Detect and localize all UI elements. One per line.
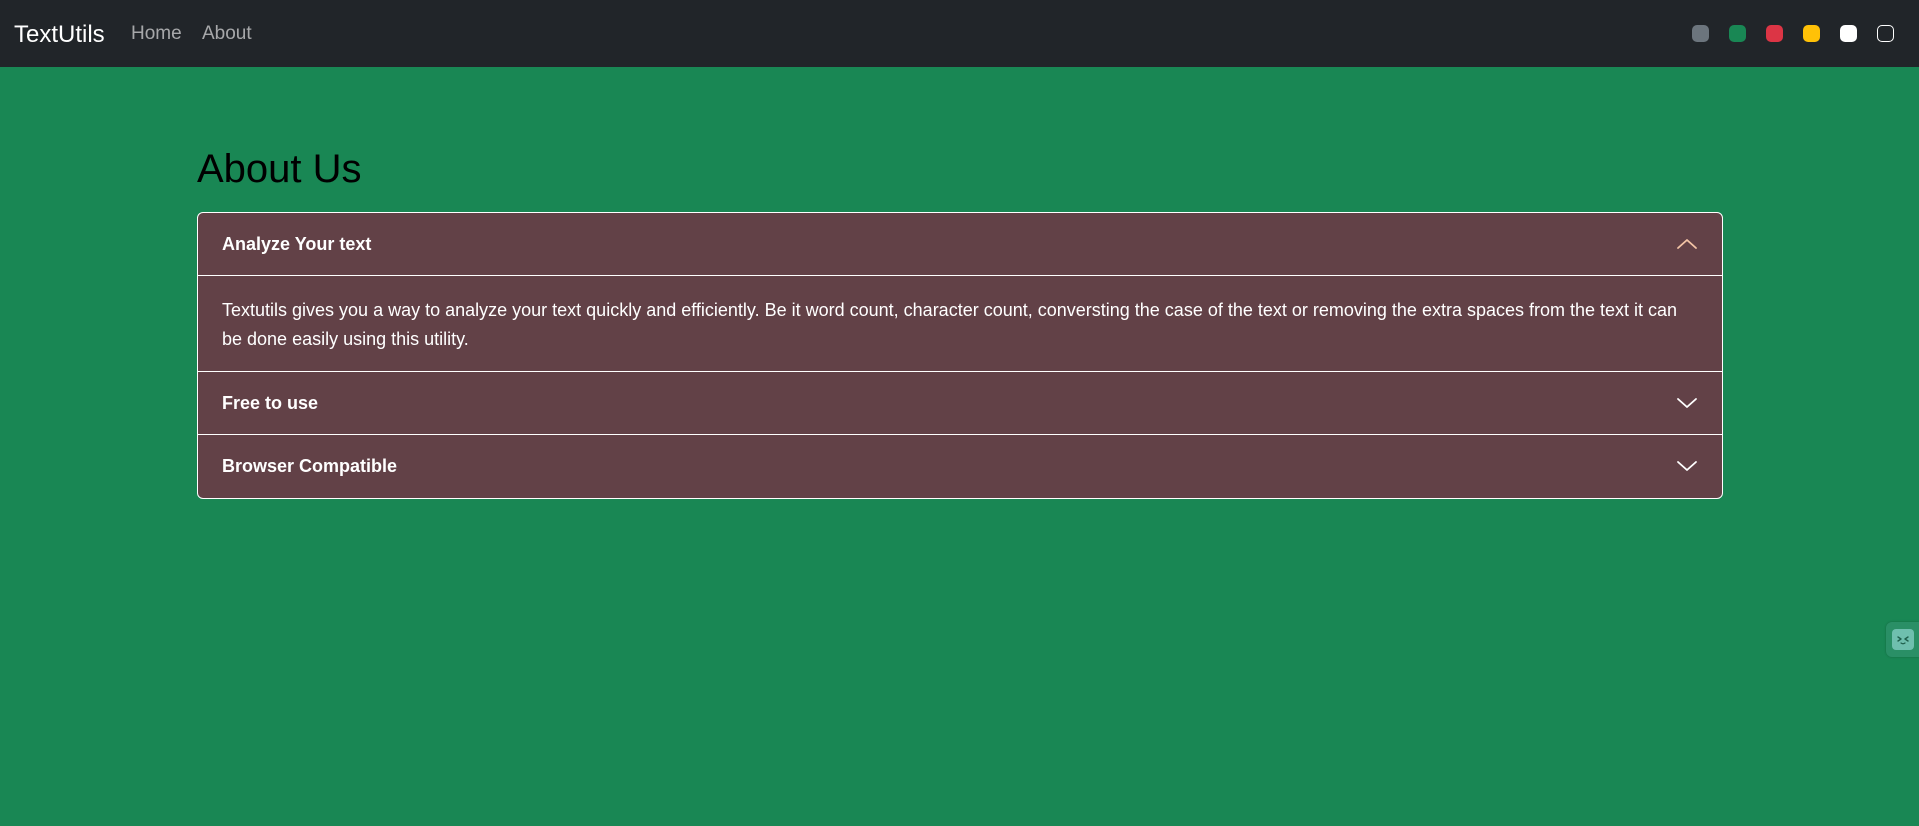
- navbar: TextUtils Home About: [0, 0, 1919, 67]
- theme-swatch-dark[interactable]: [1877, 25, 1894, 42]
- assistant-face-icon-glyph: [1897, 636, 1909, 645]
- theme-swatch-light[interactable]: [1840, 25, 1857, 42]
- theme-swatch-success[interactable]: [1729, 25, 1746, 42]
- brand-link[interactable]: TextUtils: [14, 20, 105, 50]
- theme-swatch-warning[interactable]: [1803, 25, 1820, 42]
- accordion-title: Browser Compatible: [222, 456, 398, 476]
- chevron-up-icon: [1677, 239, 1697, 249]
- accordion-title: Free to use: [222, 393, 319, 413]
- theme-swatch-secondary[interactable]: [1692, 25, 1709, 42]
- accordion-divider: [198, 275, 1722, 276]
- nav-link-about[interactable]: About: [202, 22, 252, 46]
- assistant-face-icon: [1892, 629, 1914, 650]
- chevron-down-icon: [1677, 398, 1697, 408]
- assistant-widget-button[interactable]: [1886, 622, 1919, 657]
- page-title: About Us: [197, 147, 362, 191]
- accordion-title: Analyze Your text: [222, 234, 372, 254]
- about-accordion: Analyze Your text Textutils gives you a …: [197, 212, 1723, 499]
- accordion-header-analyze[interactable]: Analyze Your text: [198, 213, 1722, 275]
- chevron-down-icon: [1677, 461, 1697, 471]
- accordion-header-free[interactable]: Free to use: [198, 372, 1722, 434]
- nav-link-home[interactable]: Home: [131, 22, 182, 46]
- accordion-header-browser[interactable]: Browser Compatible: [198, 435, 1722, 497]
- accordion-body: Textutils gives you a way to analyze you…: [222, 300, 1678, 349]
- theme-swatch-danger[interactable]: [1766, 25, 1783, 42]
